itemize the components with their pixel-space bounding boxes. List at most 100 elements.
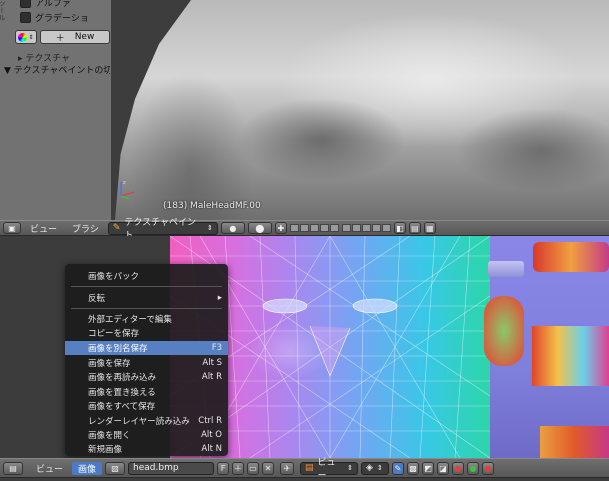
viewport-shading-button[interactable]: ● <box>220 222 245 234</box>
gradient-row[interactable]: グラデーショ <box>20 10 89 24</box>
red-channel-button[interactable]: ● <box>452 461 465 475</box>
3d-view-header: ▣ ビュー ブラシ ✎ テクスチャペイント ⇕ ● ⬤ ✚ ◧ ▤ ▦ <box>0 218 609 241</box>
menu-item-save[interactable]: 画像を保存 Alt S <box>65 356 228 370</box>
layer-buttons-1[interactable] <box>289 224 339 232</box>
image-browse-icon: ▨ <box>111 463 119 473</box>
uv-island-strip <box>532 326 609 386</box>
image-menu[interactable]: 画像 <box>72 461 103 475</box>
plus-icon: ＋ <box>55 33 65 44</box>
display-channels-button-2[interactable]: ◩ <box>422 461 435 475</box>
menu-item-new-image[interactable]: 新規画像 Alt N <box>65 442 228 456</box>
menu-item-open[interactable]: 画像を開く Alt O <box>65 428 228 442</box>
render-icon: ▦ <box>426 223 434 233</box>
z-buffer-icon: ◪ <box>439 463 447 473</box>
menu-separator <box>71 308 222 309</box>
gradient-checkbox[interactable] <box>20 11 31 23</box>
editor-type-button[interactable]: ▣ <box>3 222 21 234</box>
close-icon: ✕ <box>264 463 272 473</box>
pivot-icon: ◈ <box>366 463 373 473</box>
unlink-image-button[interactable]: ✕ <box>262 461 275 475</box>
tool-shelf-tab[interactable]: ツール <box>0 0 7 70</box>
view-mode-label: ビュー <box>317 458 336 481</box>
editor-type-button[interactable]: ▤ <box>3 461 23 475</box>
paint-brush-icon: ✎ <box>112 223 121 233</box>
alpha-row[interactable]: アルファ <box>20 0 71 9</box>
menu-item-save-copy[interactable]: コピーを保存 <box>65 326 228 340</box>
gradient-label: グラデーショ <box>35 13 89 24</box>
menu-item-label: 画像を開く <box>88 431 131 441</box>
pin-image-button[interactable]: ✈ <box>280 461 295 475</box>
render-preview-button[interactable]: ▤ <box>408 222 421 234</box>
open-image-button[interactable]: ▭ <box>247 461 260 475</box>
texture-paint-section-header[interactable]: ▼ テクスチャペイントの切 <box>4 63 110 76</box>
submenu-arrow-icon: ▸ <box>217 293 222 303</box>
plus-icon: ＋ <box>234 463 243 473</box>
menu-item-label: 画像を別名保存 <box>88 344 148 354</box>
alpha-checkbox[interactable] <box>20 0 31 8</box>
pivot-point-button[interactable]: ⬤ <box>247 222 272 234</box>
menu-item-label: 画像をパック <box>88 272 140 282</box>
brush-menu[interactable]: ブラシ <box>66 222 105 235</box>
menu-item-shortcut: Alt S <box>202 358 222 368</box>
opengl-render-button[interactable]: ▦ <box>423 222 436 234</box>
menu-item-shortcut: Alt N <box>201 444 222 454</box>
image-browse-button[interactable]: ▨ <box>105 461 126 475</box>
alpha-label: アルファ <box>35 0 71 9</box>
fake-user-button[interactable]: F <box>217 461 230 475</box>
display-channels-button-1[interactable]: ▩ <box>407 461 420 475</box>
menu-item-label: 画像を保存 <box>88 359 131 369</box>
new-button-label: New <box>74 32 95 42</box>
chevron-updown-icon: ⇕ <box>376 464 383 472</box>
menu-item-read-render-layers[interactable]: レンダーレイヤー読み込み Ctrl R <box>65 414 228 428</box>
checker-icon: ▩ <box>409 463 417 473</box>
blue-channel-button[interactable]: ● <box>482 461 495 475</box>
alpha-icon: ◩ <box>424 463 432 473</box>
texture-browse-button[interactable]: ⇕ <box>15 30 37 44</box>
chevron-updown-icon: ⇕ <box>206 224 213 232</box>
lock-layers-button[interactable]: ◧ <box>393 222 406 234</box>
mode-selector[interactable]: ✎ テクスチャペイント ⇕ <box>107 218 218 241</box>
view-mode-selector[interactable]: ▤ ビュー ⇕ <box>300 458 359 481</box>
menu-item-save-all[interactable]: 画像をすべて保存 <box>65 399 228 413</box>
green-channel-button[interactable]: ● <box>467 461 480 475</box>
uv-island-small <box>488 261 524 277</box>
menu-item-invert[interactable]: 反転 ▸ <box>65 291 228 305</box>
tool-shelf: ツール アルファ グラデーショ ⇕ ＋ New ▸ テクスチャ ▼ テクスチャペ… <box>0 0 111 220</box>
new-image-button[interactable]: ＋ <box>232 461 245 475</box>
image-editor-header: ▤ ビュー 画像 ▨ head.bmp F ＋ ▭ ✕ ✈ ▤ ビュー ⇕ ◈ … <box>0 458 609 481</box>
new-texture-button[interactable]: ＋ New <box>40 30 110 44</box>
image-name-field[interactable]: head.bmp <box>128 461 215 475</box>
red-ball-icon: ● <box>484 463 492 473</box>
layer-buttons-2[interactable] <box>341 224 391 232</box>
menu-item-label: 新規画像 <box>88 445 123 455</box>
brush-icon: ✎ <box>394 463 402 473</box>
texture-selector: ⇕ ＋ New <box>15 30 110 44</box>
image-editor-icon: ▤ <box>9 463 17 473</box>
folder-icon: ▭ <box>249 463 257 473</box>
menu-item-save-as[interactable]: 画像を別名保存 F3 <box>65 341 228 355</box>
pivot-icon: ⬤ <box>255 223 265 233</box>
view-menu[interactable]: ビュー <box>30 462 69 475</box>
menu-item-replace[interactable]: 画像を置き換える <box>65 385 228 399</box>
menu-item-shortcut: F3 <box>211 343 222 353</box>
view-mode-icon: ▤ <box>305 463 314 473</box>
menu-item-reload[interactable]: 画像を再読み込み Alt R <box>65 370 228 384</box>
menu-item-label: 外部エディターで編集 <box>88 315 172 325</box>
paint-mode-button[interactable]: ✎ <box>392 461 405 475</box>
axis-gizmo-icon: z <box>120 180 135 200</box>
menu-item-label: レンダーレイヤー読み込み <box>88 417 190 427</box>
lock-icon: ◧ <box>396 223 404 233</box>
menu-item-pack-image[interactable]: 画像をパック <box>65 269 228 283</box>
3d-viewport[interactable]: z (183) MaleHeadMF.00 <box>111 0 609 220</box>
menu-item-label: コピーを保存 <box>88 329 140 339</box>
display-channels-button-3[interactable]: ◪ <box>437 461 450 475</box>
pivot-selector[interactable]: ◈ ⇕ <box>361 461 390 475</box>
camera-icon: ▤ <box>411 223 419 233</box>
view-menu[interactable]: ビュー <box>24 222 63 235</box>
menu-item-edit-externally[interactable]: 外部エディターで編集 <box>65 312 228 326</box>
red-dot-icon: ● <box>454 463 462 473</box>
menu-item-label: 画像を再読み込み <box>88 373 157 383</box>
manipulator-button[interactable]: ✚ <box>274 222 287 234</box>
menu-item-shortcut: Ctrl R <box>198 416 222 426</box>
pin-icon: ✈ <box>283 463 291 473</box>
